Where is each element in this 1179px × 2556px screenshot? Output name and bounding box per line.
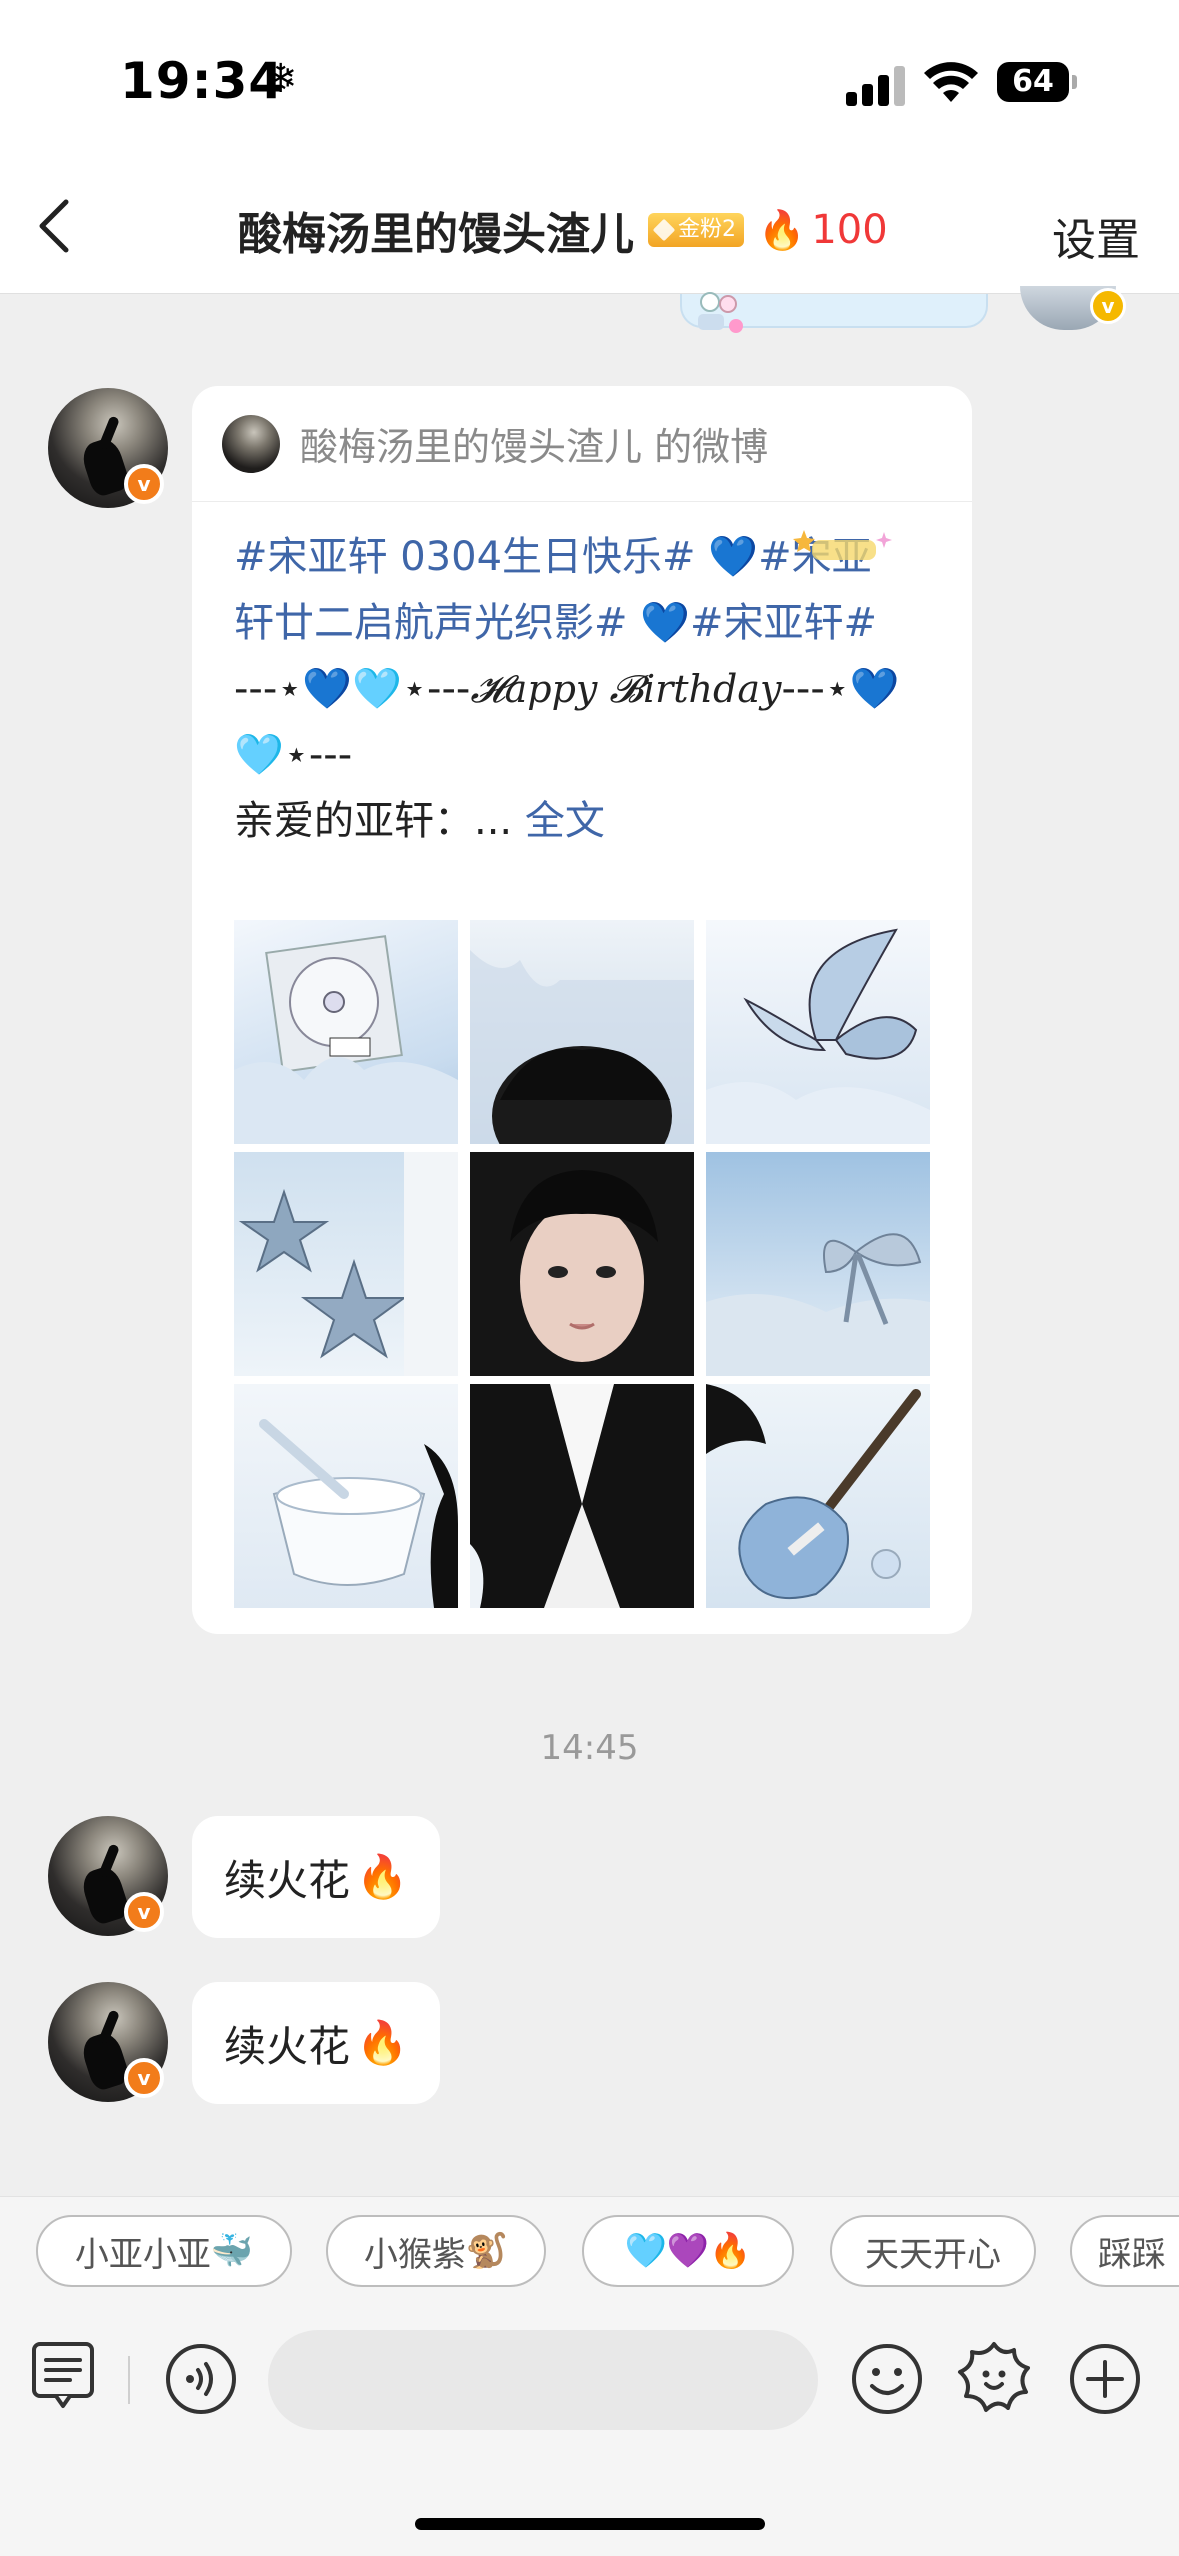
monkey-emoji: 🐒 — [465, 2231, 509, 2271]
card-author-avatar — [222, 414, 280, 473]
stars-icon — [238, 1152, 458, 1376]
grid-image-guitar[interactable] — [706, 1384, 930, 1608]
gem-icon — [652, 218, 676, 242]
light-blue-heart-emoji: 💙 — [708, 534, 759, 580]
grid-image-cd[interactable] — [234, 920, 458, 1144]
butterfly-icon — [706, 928, 930, 1144]
status-bar: 19:34 ❄ 64 — [0, 0, 1179, 160]
hearts-flame-emoji: 🩵💜🔥 — [624, 2231, 752, 2271]
nav-bar: 酸梅汤里的馒头渣儿 金粉2 🔥 100 设置 — [0, 160, 1179, 294]
quick-reply-chip[interactable]: 小猴紫 🐒 — [326, 2215, 546, 2287]
menu-keyboard-icon[interactable] — [30, 2340, 98, 2412]
grid-image-portrait-face[interactable] — [470, 1152, 694, 1376]
quick-reply-chip[interactable]: 天天开心 — [830, 2215, 1036, 2287]
hashtag-link[interactable]: #宋亚轩# — [690, 600, 877, 646]
page-title: 酸梅汤里的馒头渣儿 — [238, 209, 634, 260]
nav-title-group[interactable]: 酸梅汤里的馒头渣儿 金粉2 🔥 100 — [238, 200, 888, 260]
blue-heart-emoji: 💙 — [302, 666, 353, 712]
shared-weibo-card[interactable]: 酸梅汤里的馒头渣儿 的微博 #宋亚轩 0304生日快乐# 💙#宋亚 轩廿二启航声… — [192, 386, 972, 1634]
blue-heart-emoji: 💙 — [849, 666, 900, 712]
message-input[interactable] — [268, 2330, 818, 2430]
grid-image-butterfly[interactable] — [706, 920, 930, 1144]
flame-emoji: 🔥 — [356, 1852, 409, 1901]
card-text-line: 轩廿二启航声光织影# 💙#宋亚轩# — [234, 590, 932, 656]
cd-disc-icon — [234, 935, 458, 1144]
back-arrow-icon[interactable] — [30, 194, 80, 258]
fan-level-badge: 金粉2 — [648, 213, 744, 247]
status-time: 19:34 — [120, 52, 285, 110]
cellular-signal-icon — [846, 64, 906, 106]
verified-badge-icon: v — [1090, 288, 1126, 324]
card-text-line: ---⋆💙🩵⋆---𝓗appy 𝓑irthday---⋆💙 — [234, 656, 932, 722]
grid-image-suit[interactable] — [470, 1384, 694, 1608]
bowl-icon — [259, 1419, 458, 1608]
quick-reply-chip[interactable]: 踩踩 — [1070, 2215, 1179, 2287]
settings-button[interactable]: 设置 — [1052, 204, 1140, 268]
sticker-decoration — [698, 292, 743, 333]
grid-image-stars[interactable] — [234, 1152, 458, 1376]
quick-reply-chip[interactable]: 小亚小亚 🐳 — [36, 2215, 292, 2287]
wifi-icon — [924, 62, 978, 102]
message-text: 续火花 — [224, 2021, 351, 2071]
flame-icon: 🔥 — [758, 207, 806, 252]
verified-badge-icon: v — [124, 464, 164, 504]
flame-emoji: 🔥 — [356, 2018, 409, 2067]
hashtag-link[interactable]: #宋亚轩 0304生日快乐# — [234, 534, 708, 580]
grid-image-portrait-top[interactable] — [470, 920, 694, 1144]
image-grid — [234, 920, 930, 1608]
emoji-icon[interactable] — [850, 2342, 924, 2416]
grid-image-ribbon[interactable] — [706, 1152, 930, 1376]
guitar-icon — [706, 1384, 921, 1600]
hashtag-link[interactable]: 轩廿二启航声光织影# — [234, 600, 640, 646]
full-text-link[interactable]: 全文 — [525, 798, 605, 844]
battery-icon: 64 — [997, 62, 1077, 102]
light-blue-heart-emoji: 💙 — [640, 600, 691, 646]
card-text-line: 亲爱的亚轩：... 全文 — [234, 798, 605, 844]
time-separator: 14:45 — [540, 1728, 639, 1768]
voice-icon[interactable] — [164, 2342, 238, 2416]
light-blue-heart-emoji: 🩵 — [352, 666, 402, 712]
quick-reply-chip[interactable]: 🩵💜🔥 — [582, 2215, 794, 2287]
snowflake-icon: ❄ — [264, 56, 298, 102]
light-blue-heart-emoji: 🩵 — [234, 732, 284, 778]
verified-badge-icon: v — [124, 2058, 164, 2098]
sparkle-sticker-icon — [793, 530, 892, 560]
whale-emoji: 🐳 — [210, 2231, 254, 2271]
happy-birthday-text: 𝓗appy 𝓑irthday — [470, 667, 782, 711]
message-bubble[interactable]: 续火花 🔥 — [192, 1982, 441, 2104]
home-indicator — [415, 2518, 765, 2530]
card-source-label: 酸梅汤里的馒头渣儿 的微博 — [300, 425, 769, 469]
divider — [128, 2356, 130, 2404]
ribbon-icon — [706, 1233, 930, 1376]
grid-image-bowl[interactable] — [234, 1384, 458, 1608]
message-text: 续火花 — [224, 1855, 351, 1905]
spark-count: 100 — [811, 207, 888, 253]
card-header[interactable]: 酸梅汤里的馒头渣儿 的微博 — [192, 386, 972, 502]
add-plus-icon[interactable] — [1068, 2342, 1142, 2416]
fan-badge-label: 金粉2 — [678, 217, 736, 242]
verified-badge-icon: v — [124, 1892, 164, 1932]
sticker-face-icon[interactable] — [956, 2340, 1032, 2416]
quick-reply-bar: 小亚小亚 🐳 小猴紫 🐒 🩵💜🔥 天天开心 踩踩 — [0, 2196, 1179, 2306]
message-bubble[interactable]: 续火花 🔥 — [192, 1816, 441, 1938]
card-text-line: 🩵⋆--- — [234, 722, 932, 788]
